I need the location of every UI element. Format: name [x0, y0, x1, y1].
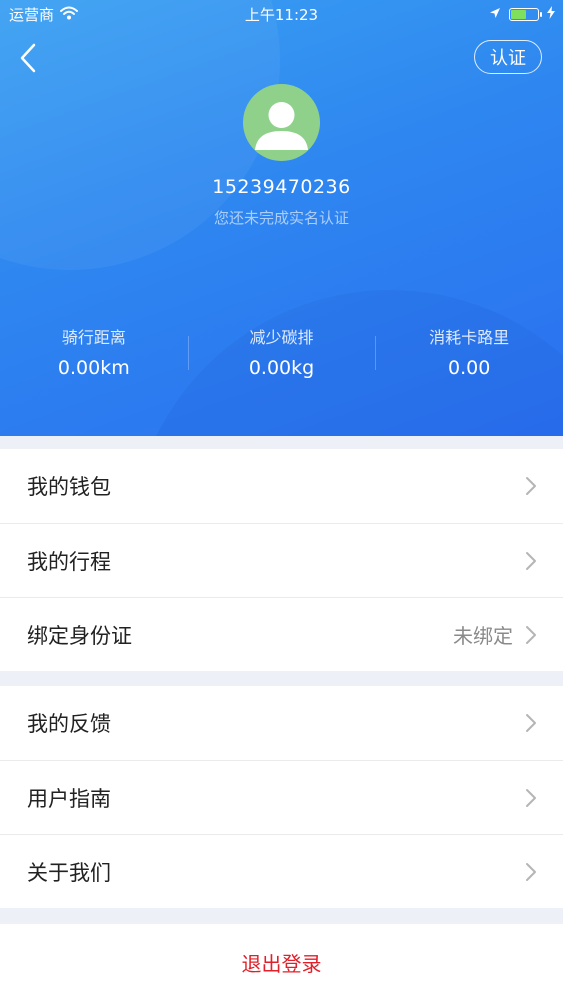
menu-item-trips[interactable]: 我的行程: [0, 523, 563, 597]
profile-header: 运营商 上午11:23 认证 15239470236 您还未完成实名认证 骑行距…: [0, 0, 563, 436]
menu-item-label: 我的钱包: [27, 475, 111, 499]
chevron-right-icon: [525, 476, 537, 496]
menu-item-label: 我的行程: [27, 549, 111, 574]
back-chevron-icon: [20, 43, 36, 73]
stat-label: 减少碳排: [249, 328, 314, 347]
battery-icon: [509, 7, 542, 21]
status-bar: 运营商 上午11:23: [0, 0, 563, 28]
stat-value: 0.00km: [57, 357, 130, 379]
menu-item-label: 关于我们: [27, 860, 111, 885]
riding-stats: 骑行距离 0.00km 减少碳排 0.00kg 消耗卡路里 0.00: [0, 322, 563, 382]
phone-number: 15239470236: [212, 176, 351, 198]
menu-group-account: 我的钱包 我的行程 绑定身份证 未绑定: [0, 449, 563, 671]
avatar-person-icon: [255, 102, 308, 150]
stat-distance: 骑行距离 0.00km: [0, 322, 188, 382]
charging-bolt-icon: [547, 5, 555, 23]
chevron-right-icon: [525, 551, 537, 571]
menu-item-label: 绑定身份证: [27, 623, 132, 648]
chevron-right-icon: [525, 862, 537, 882]
location-arrow-icon: [489, 5, 501, 23]
menu-item-label: 我的反馈: [27, 712, 111, 736]
auth-button[interactable]: 认证: [474, 40, 542, 74]
chevron-right-icon: [525, 713, 537, 733]
stat-carbon: 减少碳排 0.00kg: [187, 322, 376, 382]
menu-group-help: 我的反馈 用户指南 关于我们: [0, 686, 563, 908]
menu-item-about[interactable]: 关于我们: [0, 834, 563, 908]
menu-item-guide[interactable]: 用户指南: [0, 760, 563, 834]
menu-item-label: 用户指南: [27, 786, 111, 811]
menu-item-wallet[interactable]: 我的钱包: [0, 449, 563, 523]
stat-label: 骑行距离: [61, 328, 126, 347]
avatar[interactable]: [243, 84, 320, 161]
back-button[interactable]: [12, 40, 44, 76]
stat-value: 0.00: [448, 357, 491, 379]
chevron-right-icon: [525, 788, 537, 808]
stat-label: 消耗卡路里: [429, 328, 510, 347]
stat-calories: 消耗卡路里 0.00: [375, 322, 563, 382]
menu-item-bind-id[interactable]: 绑定身份证 未绑定: [0, 597, 563, 671]
stat-value: 0.00kg: [248, 357, 315, 379]
logout-button[interactable]: 退出登录: [0, 924, 563, 1000]
menu-item-feedback[interactable]: 我的反馈: [0, 686, 563, 760]
chevron-right-icon: [525, 625, 537, 645]
bind-status: 未绑定: [453, 624, 513, 648]
verification-status: 您还未完成实名认证: [213, 209, 349, 227]
status-time: 上午11:23: [244, 6, 319, 24]
